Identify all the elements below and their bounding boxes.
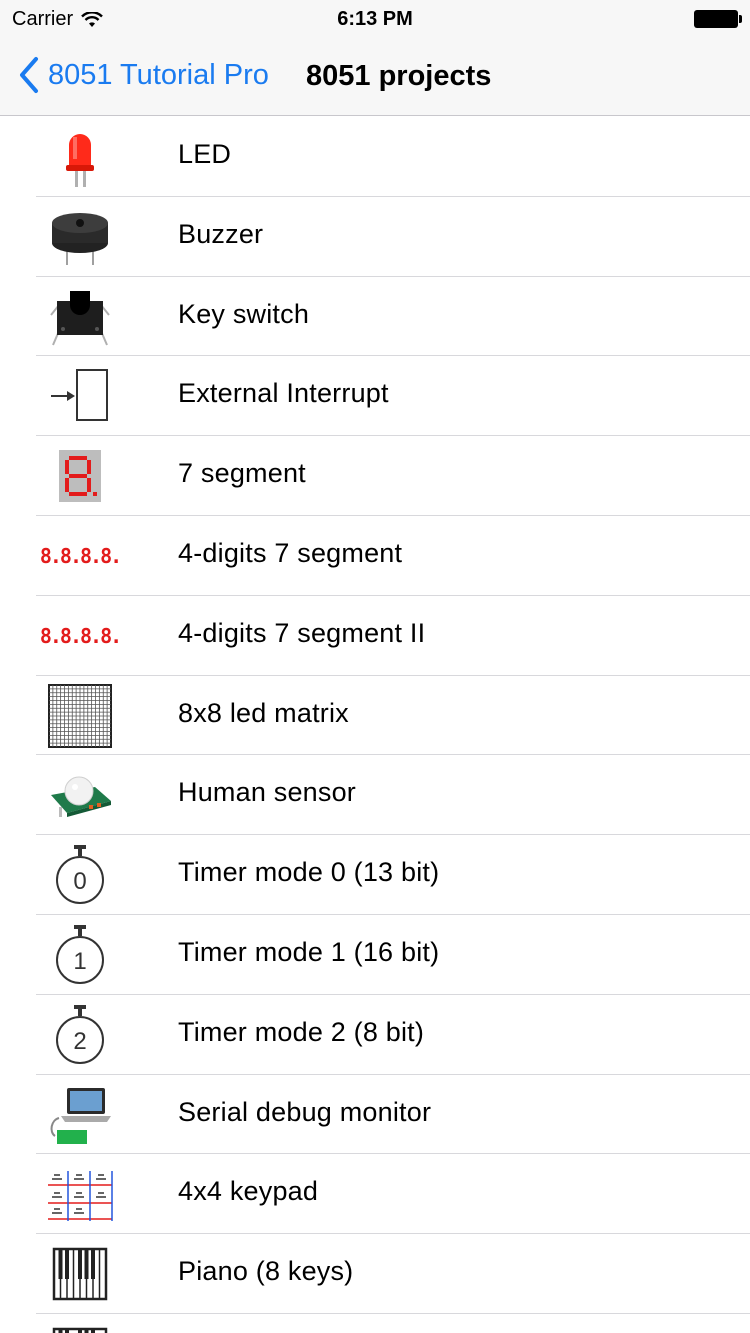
back-button[interactable]: 8051 Tutorial Pro xyxy=(18,56,269,94)
list-item-led[interactable]: LED xyxy=(0,117,750,197)
list-item-timer-mode-1[interactable]: 1 Timer mode 1 (16 bit) xyxy=(0,915,750,995)
list-item-label: Human sensor xyxy=(178,777,356,808)
back-button-label: 8051 Tutorial Pro xyxy=(48,58,269,91)
list-item-label: 4x4 keypad xyxy=(178,1176,319,1207)
list-item-partial[interactable] xyxy=(0,1314,750,1333)
list-item-timer-mode-0[interactable]: 0 Timer mode 0 (13 bit) xyxy=(0,835,750,915)
list-item-label: Timer mode 1 (16 bit) xyxy=(178,936,440,967)
piano-icon xyxy=(40,1322,120,1333)
list-item-piano[interactable]: Piano (8 keys) xyxy=(0,1234,750,1314)
list-item-label: Buzzer xyxy=(178,218,264,249)
stopwatch-digit: 0 xyxy=(73,868,86,895)
list-item-7-segment[interactable]: 7 segment xyxy=(0,436,750,516)
led-icon xyxy=(40,125,120,189)
list-item-serial-debug-monitor[interactable]: Serial debug monitor xyxy=(0,1075,750,1155)
page-title: 8051 projects xyxy=(306,60,492,92)
piano-icon xyxy=(40,1242,120,1306)
list-item-label: 4-digits 7 segment xyxy=(178,537,403,568)
battery-icon xyxy=(694,10,742,28)
chevron-left-icon xyxy=(20,57,38,93)
list-item-label: External Interrupt xyxy=(178,378,389,409)
list-item-label: 4-digits 7 segment II xyxy=(178,617,426,648)
stopwatch-icon: 2 xyxy=(40,1003,120,1067)
navigation-bar: 8051 Tutorial Pro 8051 projects xyxy=(0,40,750,116)
list-item-label: Piano (8 keys) xyxy=(178,1256,354,1287)
list-item-label: Timer mode 0 (13 bit) xyxy=(178,857,440,888)
project-list: LED Buzzer Key switch External Interrupt… xyxy=(0,117,750,1333)
stopwatch-digit: 1 xyxy=(73,948,86,975)
list-item-label: Serial debug monitor xyxy=(178,1096,432,1127)
segment-display-text: 8.8.8.8. xyxy=(39,543,122,568)
seven-segment-icon xyxy=(40,444,120,508)
buzzer-icon xyxy=(40,205,120,269)
laptop-icon xyxy=(40,1083,120,1147)
keypad-icon xyxy=(40,1162,120,1226)
key-switch-icon xyxy=(40,285,120,349)
segment-display-text: 8.8.8.8. xyxy=(39,623,122,648)
four-digit-segment-icon: 8.8.8.8. xyxy=(39,524,122,588)
list-item-8x8-led-matrix[interactable]: 8x8 led matrix xyxy=(0,676,750,756)
interrupt-icon xyxy=(40,364,120,428)
list-item-label: Timer mode 2 (8 bit) xyxy=(178,1016,425,1047)
list-item-external-interrupt[interactable]: External Interrupt xyxy=(0,356,750,436)
list-item-timer-mode-2[interactable]: 2 Timer mode 2 (8 bit) xyxy=(0,995,750,1075)
list-item-label: Key switch xyxy=(178,298,310,329)
stopwatch-icon: 0 xyxy=(40,843,120,907)
four-digit-segment-icon: 8.8.8.8. xyxy=(39,604,122,668)
list-item-label: LED xyxy=(178,139,232,169)
list-item-4x4-keypad[interactable]: 4x4 keypad xyxy=(0,1154,750,1234)
stopwatch-digit: 2 xyxy=(73,1028,86,1055)
list-item-key-switch[interactable]: Key switch xyxy=(0,277,750,357)
status-time: 6:13 PM xyxy=(337,8,413,30)
status-bar: Carrier 6:13 PM xyxy=(0,0,750,40)
list-item-4-digits-7-segment-ii[interactable]: 8.8.8.8. 4-digits 7 segment II xyxy=(0,596,750,676)
pir-sensor-icon xyxy=(40,763,120,827)
led-matrix-icon xyxy=(40,683,120,748)
list-item-buzzer[interactable]: Buzzer xyxy=(0,197,750,277)
list-item-label: 7 segment xyxy=(178,458,306,489)
list-item-4-digits-7-segment[interactable]: 8.8.8.8. 4-digits 7 segment xyxy=(0,516,750,596)
stopwatch-icon: 1 xyxy=(40,923,120,987)
list-item-human-sensor[interactable]: Human sensor xyxy=(0,755,750,835)
list-item-label: 8x8 led matrix xyxy=(178,697,349,728)
